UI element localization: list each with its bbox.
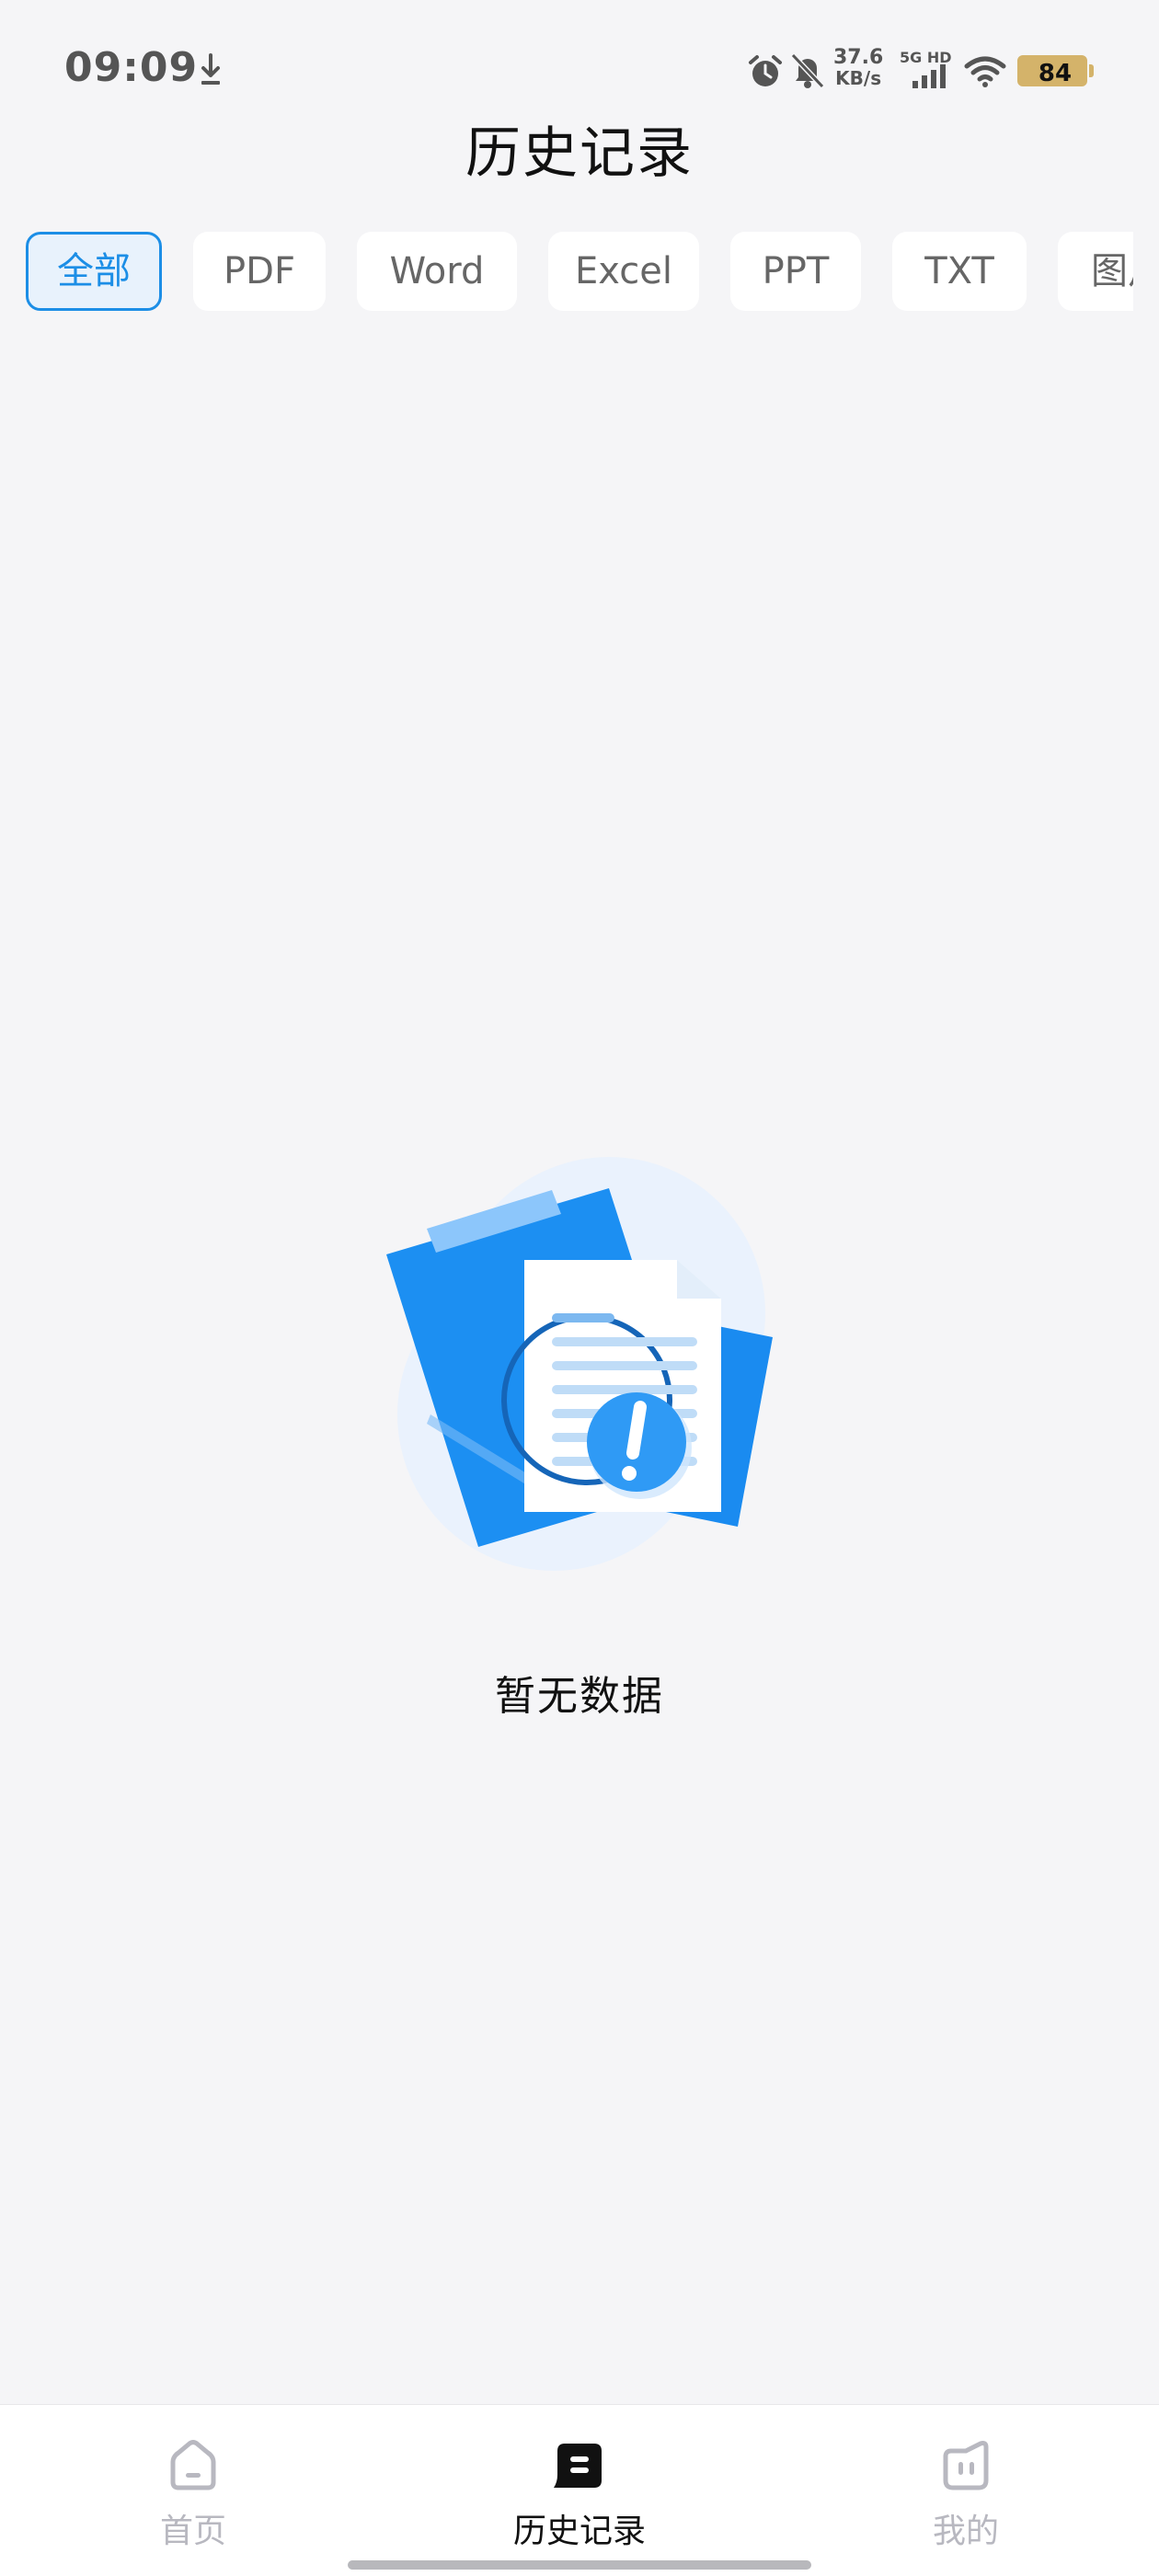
nav-label-history: 历史记录 <box>512 2513 646 2550</box>
tab-pdf[interactable]: PDF <box>193 232 326 311</box>
battery-icon: 84 <box>1017 55 1087 87</box>
tab-excel[interactable]: Excel <box>548 232 699 311</box>
wifi-icon <box>964 56 1006 87</box>
profile-icon <box>943 2441 989 2490</box>
nav-label-home: 首页 <box>159 2513 226 2550</box>
bottom-nav: 首页 历史记录 我的 <box>0 2404 1159 2576</box>
nav-item-home[interactable]: 首页 <box>101 2438 285 2552</box>
alarm-icon <box>749 55 782 86</box>
battery-tip <box>1089 64 1094 77</box>
home-indicator <box>348 2560 811 2570</box>
filter-tabs: 全部 PDF Word Excel PPT TXT 图片 <box>0 232 1133 313</box>
tab-image[interactable]: 图片 <box>1058 232 1133 311</box>
history-icon <box>554 2444 602 2488</box>
tab-ppt[interactable]: PPT <box>730 232 861 311</box>
net-speed-value: 37.6 <box>833 46 884 69</box>
home-icon <box>170 2440 216 2490</box>
net-speed-unit: KB/s <box>835 67 882 89</box>
nav-label-profile: 我的 <box>932 2513 999 2550</box>
nav-item-history[interactable]: 历史记录 <box>488 2438 671 2552</box>
page-title: 历史记录 <box>465 121 694 186</box>
nav-item-profile[interactable]: 我的 <box>874 2438 1058 2552</box>
tab-all[interactable]: 全部 <box>26 232 162 311</box>
signal-icon: 5G HD <box>900 50 952 88</box>
net-speed-indicator: 37.6 KB/s <box>833 46 884 89</box>
battery-level: 84 <box>1038 60 1073 87</box>
download-icon <box>201 53 220 85</box>
status-time: 09:09 <box>64 44 199 91</box>
mute-icon <box>790 52 825 89</box>
empty-state-message: 暂无数据 <box>495 1673 664 1720</box>
tab-word[interactable]: Word <box>357 232 517 311</box>
empty-document-icon <box>386 1157 773 1571</box>
tab-txt[interactable]: TXT <box>892 232 1027 311</box>
network-type-label: 5G HD <box>900 50 952 66</box>
